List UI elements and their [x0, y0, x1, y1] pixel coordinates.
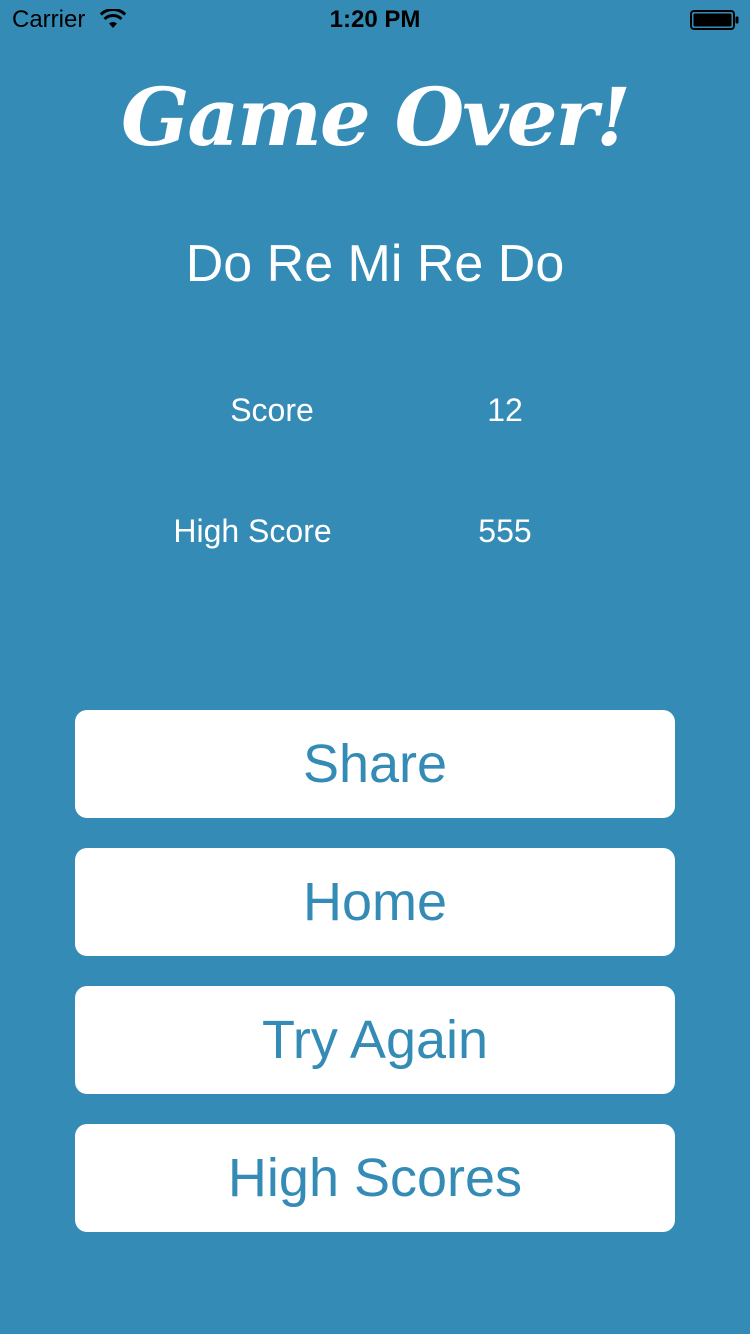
high-score-label: High Score	[173, 513, 332, 549]
game-over-title: Game Over!	[121, 70, 631, 164]
score-label: Score	[230, 392, 314, 428]
score-value: 12	[487, 392, 523, 428]
home-button[interactable]: Home	[75, 848, 675, 956]
share-button[interactable]: Share	[75, 710, 675, 818]
high-scores-button[interactable]: High Scores	[75, 1124, 675, 1232]
status-time: 1:20 PM	[329, 6, 421, 33]
high-score-value: 555	[478, 513, 532, 549]
song-title: Do Re Mi Re Do	[185, 235, 565, 293]
battery-icon	[690, 10, 739, 30]
status-bar: Carrier 1:20 PM	[0, 0, 750, 40]
try-again-button[interactable]: Try Again	[75, 986, 675, 1094]
